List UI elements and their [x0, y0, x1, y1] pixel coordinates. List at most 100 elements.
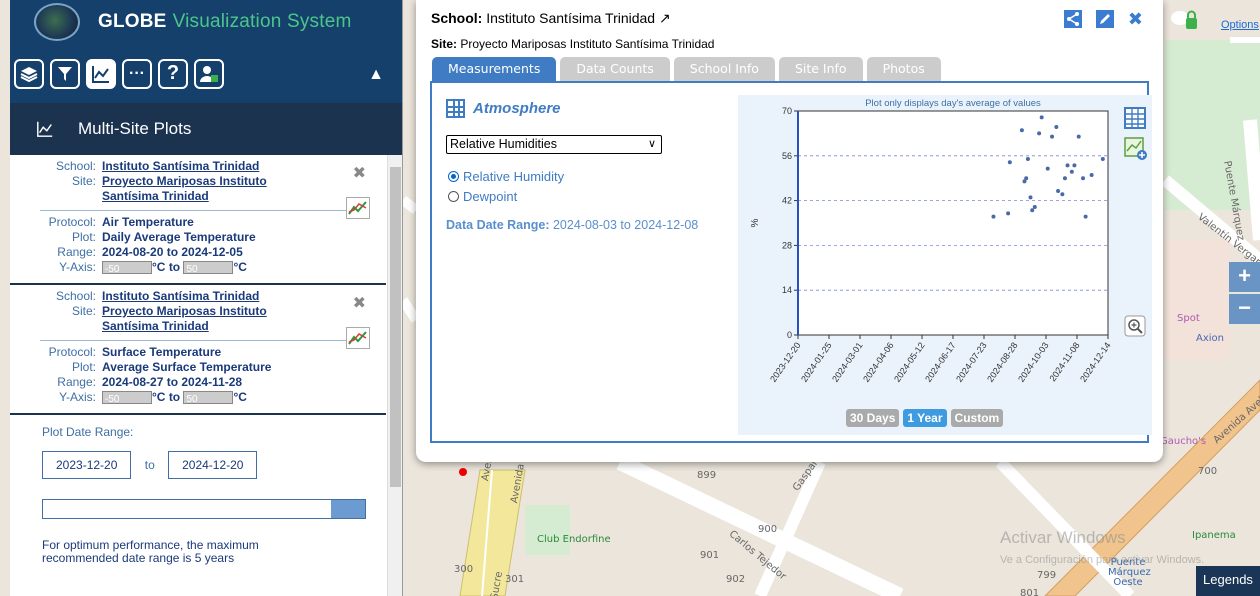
data-point: [1060, 192, 1065, 197]
tab-measurements[interactable]: Measurements: [432, 57, 557, 81]
tab-data-counts[interactable]: Data Counts: [560, 57, 670, 81]
range-1-year-button[interactable]: 1 Year: [903, 409, 947, 427]
ymin-input[interactable]: -50: [102, 261, 152, 275]
protocol-label: Protocol:: [48, 345, 96, 359]
ymax-input[interactable]: 50: [183, 391, 234, 405]
zoom-out-button[interactable]: −: [1229, 294, 1260, 324]
plot-entry: ✖ School: Instituto Santísima Trinidad Si…: [10, 285, 386, 415]
zoom-in-button[interactable]: +: [1229, 262, 1260, 292]
tab-site-info[interactable]: Site Info: [778, 57, 863, 81]
legends-button[interactable]: Legends: [1196, 566, 1260, 596]
site-label: Site:: [71, 174, 96, 188]
x-tick-label: 2023-12-20: [768, 340, 803, 383]
protocol-value: Surface Temperature: [102, 345, 222, 359]
map-label-799: 799: [1037, 570, 1057, 581]
popup-actions: ✖: [1063, 10, 1143, 33]
range-30-days-button[interactable]: 30 Days: [846, 409, 900, 427]
plot-value: Average Surface Temperature: [102, 360, 272, 374]
radio-relative-humidity[interactable]: Relative Humidity: [448, 169, 564, 184]
school-link[interactable]: Instituto Santísima Trinidad: [102, 289, 259, 303]
start-date-input[interactable]: 2023-12-20: [42, 451, 132, 479]
ymin-input[interactable]: -50: [102, 391, 152, 405]
atmosphere-heading: Atmosphere: [446, 99, 561, 118]
site-link[interactable]: Proyecto Mariposas Instituto Santísima T…: [102, 304, 267, 333]
data-point: [1050, 134, 1055, 139]
add-to-multiplot-icon[interactable]: [1124, 137, 1148, 161]
range-buttons: 30 Days 1 Year Custom: [846, 409, 1004, 427]
data-point: [1032, 205, 1037, 209]
to-label: to: [168, 260, 181, 274]
x-tick-label: 2024-01-25: [799, 340, 834, 383]
x-tick-label: 2024-04-06: [861, 340, 896, 383]
site-label: Site:: [71, 304, 96, 318]
performance-note: For optimum performance, the maximum rec…: [42, 538, 259, 565]
sidebar-scrollbar[interactable]: [387, 155, 402, 596]
zoom-chart-icon[interactable]: [1124, 315, 1148, 339]
plot-thumbnail-icon[interactable]: [346, 327, 370, 349]
map-label-300: 300: [454, 564, 474, 575]
multi-site-plots-header: Multi-Site Plots: [10, 103, 402, 155]
y-tick-label: 56: [782, 151, 792, 161]
account-button[interactable]: [194, 58, 224, 89]
data-point: [1037, 131, 1042, 136]
site-link[interactable]: Proyecto Mariposas Instituto Santísima T…: [102, 174, 267, 203]
school-label: School:: [55, 289, 96, 303]
slider-handle[interactable]: [331, 500, 365, 518]
x-tick-label: 2024-11-08: [1047, 340, 1081, 383]
y-tick-label: 14: [782, 285, 792, 295]
share-icon[interactable]: [1063, 10, 1082, 33]
map-label-axion: Axion: [1196, 333, 1224, 344]
divider: [40, 210, 356, 211]
range-custom-button[interactable]: Custom: [950, 409, 1004, 427]
x-tick-label: 2024-10-03: [1016, 340, 1051, 383]
multi-site-plots-button[interactable]: [86, 58, 116, 89]
scrollbar-thumb[interactable]: [390, 167, 401, 487]
chart-icon: [92, 65, 109, 83]
plot-value: Daily Average Temperature: [102, 230, 256, 244]
close-icon[interactable]: ✖: [1128, 10, 1143, 33]
end-date-input[interactable]: 2024-12-20: [168, 451, 258, 479]
data-point: [1076, 134, 1081, 139]
external-link-icon[interactable]: ↗: [659, 10, 671, 26]
map-label-ipanema: Ipanema: [1192, 530, 1236, 541]
help-button[interactable]: ?: [158, 58, 188, 89]
y-tick-label: 42: [782, 196, 792, 206]
protocol-label: Protocol:: [48, 215, 96, 229]
radio-dewpoint[interactable]: Dewpoint: [448, 189, 517, 204]
y-axis-label: %: [750, 218, 761, 227]
layers-button[interactable]: [14, 58, 44, 89]
x-tick-label: 2024-06-17: [923, 340, 958, 383]
data-point: [1089, 173, 1094, 177]
filter-button[interactable]: [50, 58, 80, 89]
map-label-301: 301: [505, 574, 525, 585]
map-label-902: 902: [726, 574, 746, 585]
tab-school-info[interactable]: School Info: [673, 57, 775, 81]
date-range-slider[interactable]: [42, 499, 366, 519]
collapse-chevron-icon[interactable]: ▲: [368, 66, 384, 84]
data-point: [1056, 189, 1061, 193]
x-tick-label: 2024-03-01: [830, 340, 865, 383]
data-point: [991, 214, 996, 219]
remove-icon[interactable]: ✖: [353, 293, 366, 313]
remove-icon[interactable]: ✖: [353, 163, 366, 183]
plot-thumbnail-icon[interactable]: [346, 197, 370, 219]
popup-tabs: Measurements Data Counts School Info Sit…: [432, 57, 941, 81]
map-label-gauchos: Gaucho's: [1160, 436, 1207, 447]
data-point: [1054, 125, 1059, 129]
unit: °C: [152, 390, 166, 404]
school-link[interactable]: Instituto Santísima Trinidad: [102, 159, 259, 173]
edit-icon[interactable]: [1095, 10, 1114, 33]
data-date-range: Data Date Range: 2024-08-03 to 2024-12-0…: [446, 218, 699, 232]
map-label-900: 900: [758, 524, 778, 535]
table-view-icon[interactable]: [1124, 107, 1148, 131]
filter-icon: [58, 66, 72, 81]
options-link[interactable]: Options: [1221, 19, 1259, 31]
chart-title: Plot only displays day's average of valu…: [865, 98, 1041, 109]
sidebar: GLOBE Visualization System ··· ? ▲ Multi-…: [10, 0, 403, 596]
tab-photos[interactable]: Photos: [866, 57, 941, 81]
user-lock-icon[interactable]: [1168, 8, 1198, 32]
measurement-select[interactable]: Relative Humidities ∨: [446, 135, 662, 154]
ymax-input[interactable]: 50: [183, 261, 234, 275]
more-button[interactable]: ···: [122, 58, 152, 89]
x-tick-label: 2024-05-12: [892, 340, 927, 383]
